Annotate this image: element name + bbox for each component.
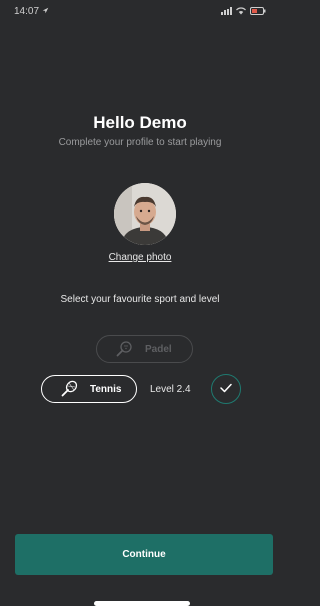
- home-indicator[interactable]: [94, 601, 190, 606]
- checkmark-icon: [220, 380, 232, 398]
- sport-option-padel[interactable]: Padel: [96, 335, 193, 363]
- change-photo-link[interactable]: Change photo: [0, 252, 280, 263]
- status-bar: 14:07: [0, 0, 280, 22]
- continue-button[interactable]: Continue: [15, 534, 273, 575]
- tennis-racket-icon: [60, 380, 78, 398]
- level-confirm-button[interactable]: [211, 374, 241, 404]
- padel-racket-icon: [115, 340, 133, 358]
- status-time: 14:07: [14, 5, 40, 17]
- sport-selection-label: Select your favourite sport and level: [60, 294, 220, 305]
- sport-option-label: Padel: [145, 343, 172, 355]
- status-time-group: 14:07: [14, 6, 49, 17]
- continue-button-label: Continue: [122, 549, 166, 560]
- status-indicators: [221, 7, 266, 15]
- page-title: Hello Demo: [93, 113, 187, 132]
- location-arrow-icon: [42, 6, 49, 17]
- signal-icon: [221, 7, 232, 15]
- wifi-icon: [236, 7, 246, 15]
- sport-option-label: Tennis: [90, 383, 122, 395]
- sport-option-tennis[interactable]: Tennis: [41, 375, 137, 403]
- avatar[interactable]: [114, 183, 176, 245]
- tennis-level: Level 2.4: [150, 384, 191, 395]
- battery-icon: [250, 7, 266, 15]
- page-subtitle: Complete your profile to start playing: [58, 137, 222, 148]
